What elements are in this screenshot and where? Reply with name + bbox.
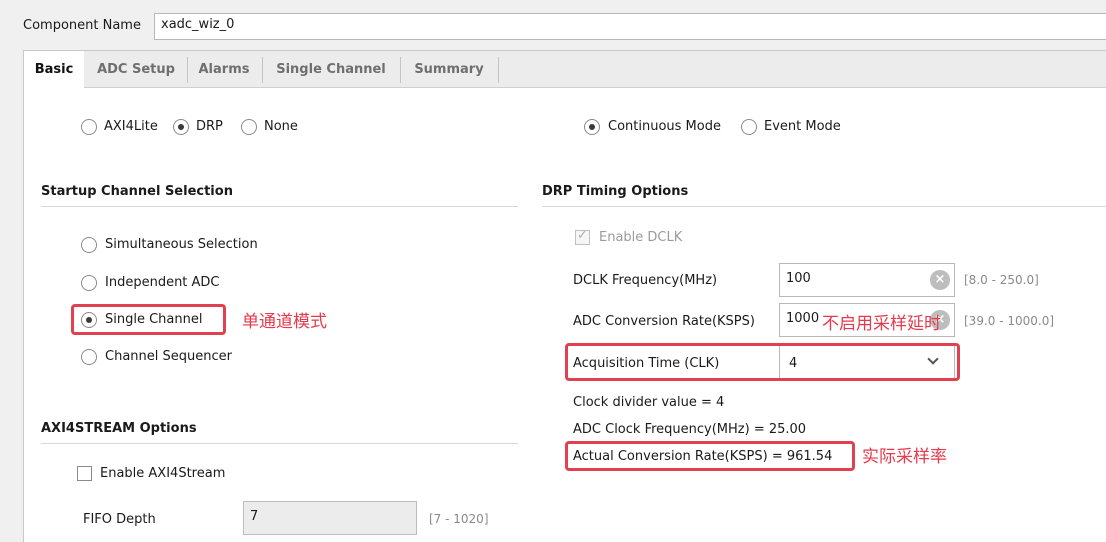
highlight-single-channel [71,304,226,335]
radio-drp[interactable] [173,119,189,135]
tab-bar: Basic ADC Setup Alarms Single Channel Su… [24,51,1106,89]
fifo-depth-input[interactable]: 7 [243,501,417,535]
drp-section-title: DRP Timing Options [542,184,689,199]
radio-none-label: None [264,119,298,134]
component-name-label: Component Name [23,18,141,33]
radio-axi4lite-label: AXI4Lite [104,119,158,134]
tab-separator [400,57,401,83]
tab-single-channel[interactable]: Single Channel [268,51,394,88]
radio-channel-sequencer-label: Channel Sequencer [105,349,232,364]
radio-continuous-mode-label: Continuous Mode [608,119,721,134]
radio-none[interactable] [241,119,257,135]
highlight-actual-rate [565,441,855,471]
section-divider [542,206,1106,207]
checkbox-enable-axi4stream[interactable] [77,466,92,481]
tab-separator [262,57,263,83]
tab-separator [498,57,499,83]
radio-drp-label: DRP [196,119,223,134]
adc-clock-frequency-value: ADC Clock Frequency(MHz) = 25.00 [573,422,807,437]
section-divider [41,443,518,444]
highlight-acquisition-time [565,343,960,381]
dclk-frequency-range: [8.0 - 250.0] [964,273,1039,287]
radio-independent-adc[interactable] [81,275,97,291]
radio-event-mode-label: Event Mode [764,119,841,134]
adc-conversion-rate-range: [39.0 - 1000.0] [964,314,1055,328]
check-icon: ✓ [577,228,588,243]
radio-channel-sequencer[interactable] [81,349,97,365]
annotation-actual-rate: 实际采样率 [862,447,947,467]
radio-axi4lite[interactable] [81,119,97,135]
enable-axi4stream-label: Enable AXI4Stream [100,466,226,481]
startup-section-title: Startup Channel Selection [41,184,233,199]
enable-dclk-label: Enable DCLK [599,230,683,245]
axi4stream-section-title: AXI4STREAM Options [41,421,197,436]
dclk-frequency-input[interactable]: 100 [779,263,955,297]
radio-independent-label: Independent ADC [105,275,220,290]
radio-continuous-mode[interactable] [584,119,600,135]
tab-separator [187,57,188,83]
fifo-depth-label: FIFO Depth [83,512,156,527]
tab-summary[interactable]: Summary [406,51,492,88]
tab-adc-setup[interactable]: ADC Setup [88,51,184,88]
radio-simultaneous-selection[interactable] [81,237,97,253]
tab-alarms[interactable]: Alarms [192,51,256,88]
clock-divider-value: Clock divider value = 4 [573,395,725,410]
annotation-single-channel: 单通道模式 [242,312,327,332]
tab-basic[interactable]: Basic [24,51,84,89]
fifo-depth-range: [7 - 1020] [429,512,489,526]
clear-icon[interactable]: × [930,270,950,290]
dclk-frequency-label: DCLK Frequency(MHz) [573,273,718,288]
radio-event-mode[interactable] [741,119,757,135]
section-divider [41,206,518,207]
adc-conversion-rate-label: ADC Conversion Rate(KSPS) [573,314,755,329]
radio-simultaneous-label: Simultaneous Selection [105,237,258,252]
annotation-no-acq-delay: 不启用采样延时 [822,314,941,334]
component-name-input[interactable]: xadc_wiz_0 [154,13,1106,40]
